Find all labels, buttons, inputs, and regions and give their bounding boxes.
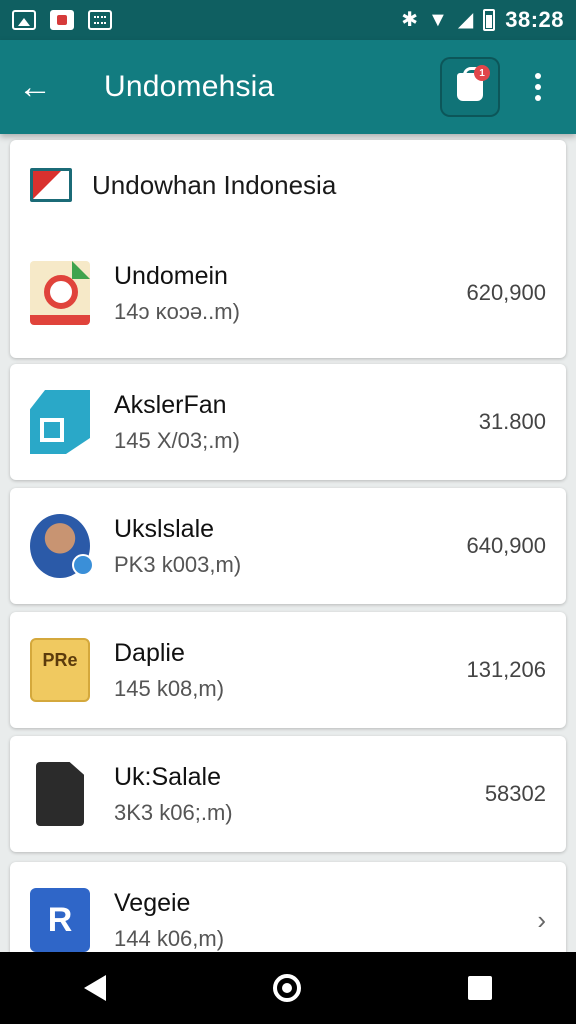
wifi-icon: ▼ — [428, 9, 448, 31]
back-icon[interactable] — [83, 975, 106, 1001]
item-name: Vegeie — [114, 888, 191, 917]
status-time: 38:28 — [505, 7, 564, 32]
back-arrow-icon[interactable]: ← — [18, 70, 64, 104]
item-subtitle: PK3 k003,m) — [114, 551, 242, 577]
item-value: 131,206 — [466, 657, 546, 682]
dark-document-icon — [36, 762, 84, 826]
section-card: Undowhan Indonesia Undomein 14ɔ ĸoɔə..m)… — [10, 140, 566, 358]
status-bar: ✱ ▼ ◢ 38:28 — [0, 0, 576, 40]
r-app-icon: R — [30, 888, 90, 952]
overflow-menu-icon[interactable] — [518, 73, 558, 101]
item-value: 31.800 — [478, 409, 546, 434]
item-name: Daplie — [114, 638, 185, 667]
document-app-icon — [30, 261, 90, 325]
list-item[interactable]: R Vegeie 144 k06,m) › — [10, 862, 566, 952]
battery-icon — [483, 9, 496, 31]
item-subtitle: 145 X/03;.m) — [114, 427, 240, 453]
signal-icon: ◢ — [457, 9, 474, 31]
maps-app-icon — [30, 390, 90, 454]
item-value: 58302 — [484, 781, 546, 806]
item-subtitle: 144 k06,m) — [114, 925, 225, 951]
section-header: Undowhan Indonesia — [10, 140, 566, 230]
list-item[interactable]: Ukslslale PK3 k003,m) 640,900 — [10, 488, 566, 604]
list-item[interactable]: Uk:Salale 3K3 k06;.m) 58302 — [10, 736, 566, 852]
content-list: Undowhan Indonesia Undomein 14ɔ ĸoɔə..m)… — [0, 134, 576, 952]
vibrate-icon: ✱ — [401, 9, 419, 31]
shopping-bag-button[interactable]: 1 — [440, 57, 500, 117]
page-title: Undomehsia — [104, 70, 275, 103]
item-subtitle: 3K3 k06;.m) — [114, 799, 233, 825]
item-name: Uk:Salale — [114, 762, 221, 791]
recents-icon[interactable] — [468, 976, 493, 1000]
home-icon[interactable] — [272, 974, 301, 1002]
chevron-right-icon[interactable]: › — [537, 905, 546, 936]
section-title: Undowhan Indonesia — [92, 169, 337, 200]
list-item[interactable]: AkslerFan 145 X/03;.m) 31.800 — [10, 364, 566, 480]
flag-icon — [30, 168, 72, 202]
navigation-bar — [0, 952, 576, 1024]
keyboard-icon — [88, 10, 112, 30]
image-icon — [12, 10, 36, 30]
item-subtitle: 14ɔ ĸoɔə..m) — [114, 298, 240, 324]
prb-app-icon: PRe — [30, 638, 90, 702]
cart-badge: 1 — [474, 65, 490, 81]
item-name: Ukslslale — [114, 514, 215, 543]
item-value: 620,900 — [466, 280, 546, 305]
item-subtitle: 145 k08,m) — [114, 675, 225, 701]
notification-icon — [50, 10, 74, 30]
item-value: 640,900 — [466, 533, 546, 558]
list-item[interactable]: PRe Daplie 145 k08,m) 131,206 — [10, 612, 566, 728]
profile-avatar-icon — [30, 514, 94, 578]
list-item[interactable]: Undomein 14ɔ ĸoɔə..m) 620,900 — [10, 234, 566, 352]
item-name: Undomein — [114, 261, 228, 290]
item-name: AkslerFan — [114, 390, 227, 419]
app-bar: ← Undomehsia 1 — [0, 40, 576, 134]
